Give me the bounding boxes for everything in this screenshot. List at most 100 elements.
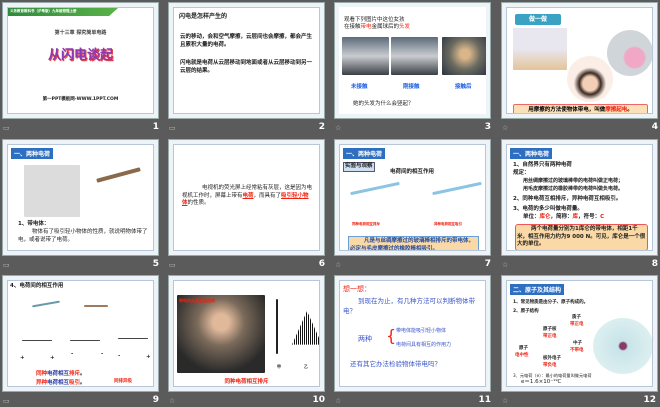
tag: 实验与观察 [343, 162, 375, 172]
slide-thumbnail-10[interactable]: 带电的头发都竖起来 甲 乙 同种电荷相互排斥 [168, 275, 325, 392]
photo-after [442, 37, 486, 75]
animation-icon: ▭ [3, 261, 10, 269]
caption-box: 用摩擦的方法使物体带电，叫做摩擦起电。 [513, 104, 648, 113]
point: 用丝绸摩擦过的玻璃棒带的电荷叫做正电荷； [523, 178, 624, 184]
heading: 闪电是怎样产生的 [179, 13, 228, 20]
slide-number: 5 [152, 259, 159, 269]
animation-icon: ▭ [3, 397, 10, 405]
rod-diagram [432, 181, 482, 196]
girl-photo [567, 56, 613, 102]
charge-sign: + [50, 355, 55, 361]
slide-title: 从闪电谈起 [47, 48, 113, 63]
label-touching: 刚接触 [403, 84, 420, 90]
slide-content: 电视机的荧光屏上经常粘有灰层，这是因为电视机工作时，屏幕上带有电荷，而具有了吸引… [173, 144, 320, 251]
point: 2、同种电荷互相排斥，异种电荷互相吸引。 [513, 196, 622, 202]
conclusion-box: 凡是与丝绸摩擦过的玻璃棒相排斥的带电体，必定与毛皮摩擦过的橡胶棒相吸引。 [348, 236, 479, 250]
slide-number: 10 [312, 395, 325, 405]
badge: 做一做 [515, 14, 561, 25]
slide-thumbnail-6[interactable]: 电视机的荧光屏上经常粘有灰层，这是因为电视机工作时，屏幕上带有电荷，而具有了吸引… [168, 139, 325, 256]
tree-node: 不带电 [570, 348, 584, 353]
tree-node: 电中性 [515, 353, 529, 358]
point: 1、常见物质是由分子、原子构成的。 [513, 300, 589, 305]
slide-number: 11 [478, 395, 491, 405]
footer: 第一PPT模板网-WWW.1PPT.COM [42, 97, 119, 102]
slide-thumbnail-5[interactable]: 一、两种电荷 1、带电体： 物体有了吸引轻小物体的性质，就说明物体带了电，或者说… [2, 139, 159, 256]
slide-thumbnail-4[interactable]: 做一做 用摩擦的方法使物体带电，叫做摩擦起电。 [501, 2, 658, 119]
slide-thumbnail-7[interactable]: 一、两种电荷 实验与观察 电荷间的相互作用 同种电荷相互排斥 异种电荷相互吸引 … [334, 139, 491, 256]
experiment-illustration [24, 165, 80, 217]
slide-thumbnail-3[interactable]: 观看下列图片中这位女孩 在接触带电金属球后的头发 未接触 刚接触 接触后 她的头… [334, 2, 491, 119]
tree-node: 带负电 [543, 363, 557, 368]
slide-thumbnail-1[interactable]: 义务教育教科书（沪粤版）九年级物理上册 第十三章 探究简单电路 从闪电谈起 第一… [2, 2, 159, 119]
label-before: 未接触 [351, 84, 368, 90]
banner-text: 义务教育教科书（沪粤版）九年级物理上册 [10, 9, 77, 13]
charge-sign: - [101, 351, 104, 357]
question: 到现在为止，有几种方法可以判断物体带电？ [343, 297, 475, 315]
slide-number: 1 [152, 122, 159, 132]
slide-thumbnail-11[interactable]: 想一想： 到现在为止，有几种方法可以判断物体带电？ 两种 { 带电体能吸引轻小物… [334, 275, 491, 392]
paragraph: 云的移动，会和空气摩擦，云层间也会摩擦，都会产生且累积大量的电荷。 [180, 34, 313, 48]
rod-diagram [32, 300, 60, 308]
photo-touching [391, 37, 438, 75]
slide-number: 9 [152, 395, 159, 405]
animation-icon: ☆ [502, 124, 509, 132]
caption: 异种电荷相互吸引 [434, 222, 462, 226]
caption: 同种电荷相互排斥 [224, 379, 269, 385]
slide-number: 7 [484, 259, 491, 269]
slide-number: 3 [484, 122, 491, 132]
animation-icon: ☆ [502, 397, 509, 405]
slide-content: 想一想： 到现在为止，有几种方法可以判断物体带电？ 两种 { 带电体能吸引轻小物… [339, 280, 486, 387]
slide-content: 一、两种电荷 1、带电体： 物体有了吸引轻小物体的性质，就说明物体带了电，或者说… [7, 144, 154, 251]
slide-content: 一、两种电荷 1、自然界只有两种电荷 规定： 用丝绸摩擦过的玻璃棒带的电荷叫做正… [506, 144, 653, 251]
note-box: 两个电荷量分别为1库仑的带电体，相距1千米，相互作用力约为9 000 N。可见，… [515, 224, 648, 250]
fill-blank-paragraph: 电视机的荧光屏上经常粘有灰层，这是因为电视机工作时，屏幕上带有电荷，而具有了吸引… [182, 185, 313, 206]
charge-sign: + [146, 354, 151, 360]
charge-sign: + [20, 355, 25, 361]
label-after: 接触后 [455, 84, 472, 90]
chapter: 第十三章 探究简单电路 [54, 30, 107, 36]
answer: 两种 [358, 335, 372, 343]
photo-before [342, 37, 389, 75]
animation-icon: ☆ [169, 397, 176, 405]
slide-content: 4、电荷间的相互作用 + + - - - + 同种电荷相互排斥。 异种电荷相互吸… [7, 280, 154, 387]
hair-photo [177, 295, 265, 373]
slide-thumbnail-9[interactable]: 4、电荷间的相互作用 + + - - - + 同种电荷相互排斥。 异种电荷相互吸… [2, 275, 159, 392]
slide-thumbnail-8[interactable]: 一、两种电荷 1、自然界只有两种电荷 规定： 用丝绸摩擦过的玻璃棒带的电荷叫做正… [501, 139, 658, 256]
slide-content: 一、两种电荷 实验与观察 电荷间的相互作用 同种电荷相互排斥 异种电荷相互吸引 … [339, 144, 486, 251]
slide-number: 2 [318, 122, 325, 132]
balloon-photo [607, 30, 652, 76]
pendulum [118, 338, 148, 339]
atom-illustration [593, 318, 652, 374]
point: 用毛皮摩擦过的橡胶棒带的电荷叫做负电荷。 [523, 186, 624, 192]
tree-node: 带正电 [543, 334, 557, 339]
heading: 想一想： [343, 285, 371, 293]
paragraph: 闪电就是电荷从云层移动到地面或者从云层移动到另一云层的结果。 [180, 60, 313, 74]
tree-node: 带正电 [570, 322, 584, 327]
charge-sign: - [118, 353, 121, 359]
unit-line: 单位：库仑，简称：库，符号：C [523, 214, 605, 220]
figure-label: 乙 [304, 364, 308, 369]
point: 3、电荷的多少叫做电荷量。 [513, 206, 583, 212]
animation-icon: ▭ [169, 124, 176, 132]
pendulum [22, 340, 52, 341]
electroscope-b [292, 311, 319, 345]
rule: 同种电荷相互排斥。 [36, 371, 86, 377]
formula: e＝1.6×10⁻¹⁹C [521, 379, 562, 385]
slide-thumbnail-2[interactable]: 闪电是怎样产生的 云的移动，会和空气摩擦，云层间也会摩擦，都会产生且累积大量的电… [168, 2, 325, 119]
slide-content: 闪电是怎样产生的 云的移动，会和空气摩擦，云层间也会摩擦，都会产生且累积大量的电… [173, 7, 320, 114]
rod-diagram [350, 181, 400, 196]
comb-photo [513, 28, 567, 70]
point: 规定： [513, 170, 530, 176]
slide-number: 8 [651, 259, 658, 269]
rod-illustration [96, 167, 141, 183]
intro-line: 在接触带电金属球后的头发 [344, 24, 411, 30]
pendulum [70, 340, 100, 341]
animation-icon: ☆ [335, 397, 342, 405]
slide-number: 6 [318, 259, 325, 269]
section-header: 二、原子及其结构 [510, 284, 565, 295]
slide-thumbnail-12[interactable]: 二、原子及其结构 1、常见物质是由分子、原子构成的。 2、原子结构 原子 电中性… [501, 275, 658, 392]
point: 1、自然界只有两种电荷 [513, 162, 572, 168]
definition: 物体有了吸引轻小物体的性质，就说明物体带了电，或者说带了电荷。 [18, 229, 148, 243]
animation-icon: ☆ [335, 124, 342, 132]
brace: { [386, 326, 397, 345]
